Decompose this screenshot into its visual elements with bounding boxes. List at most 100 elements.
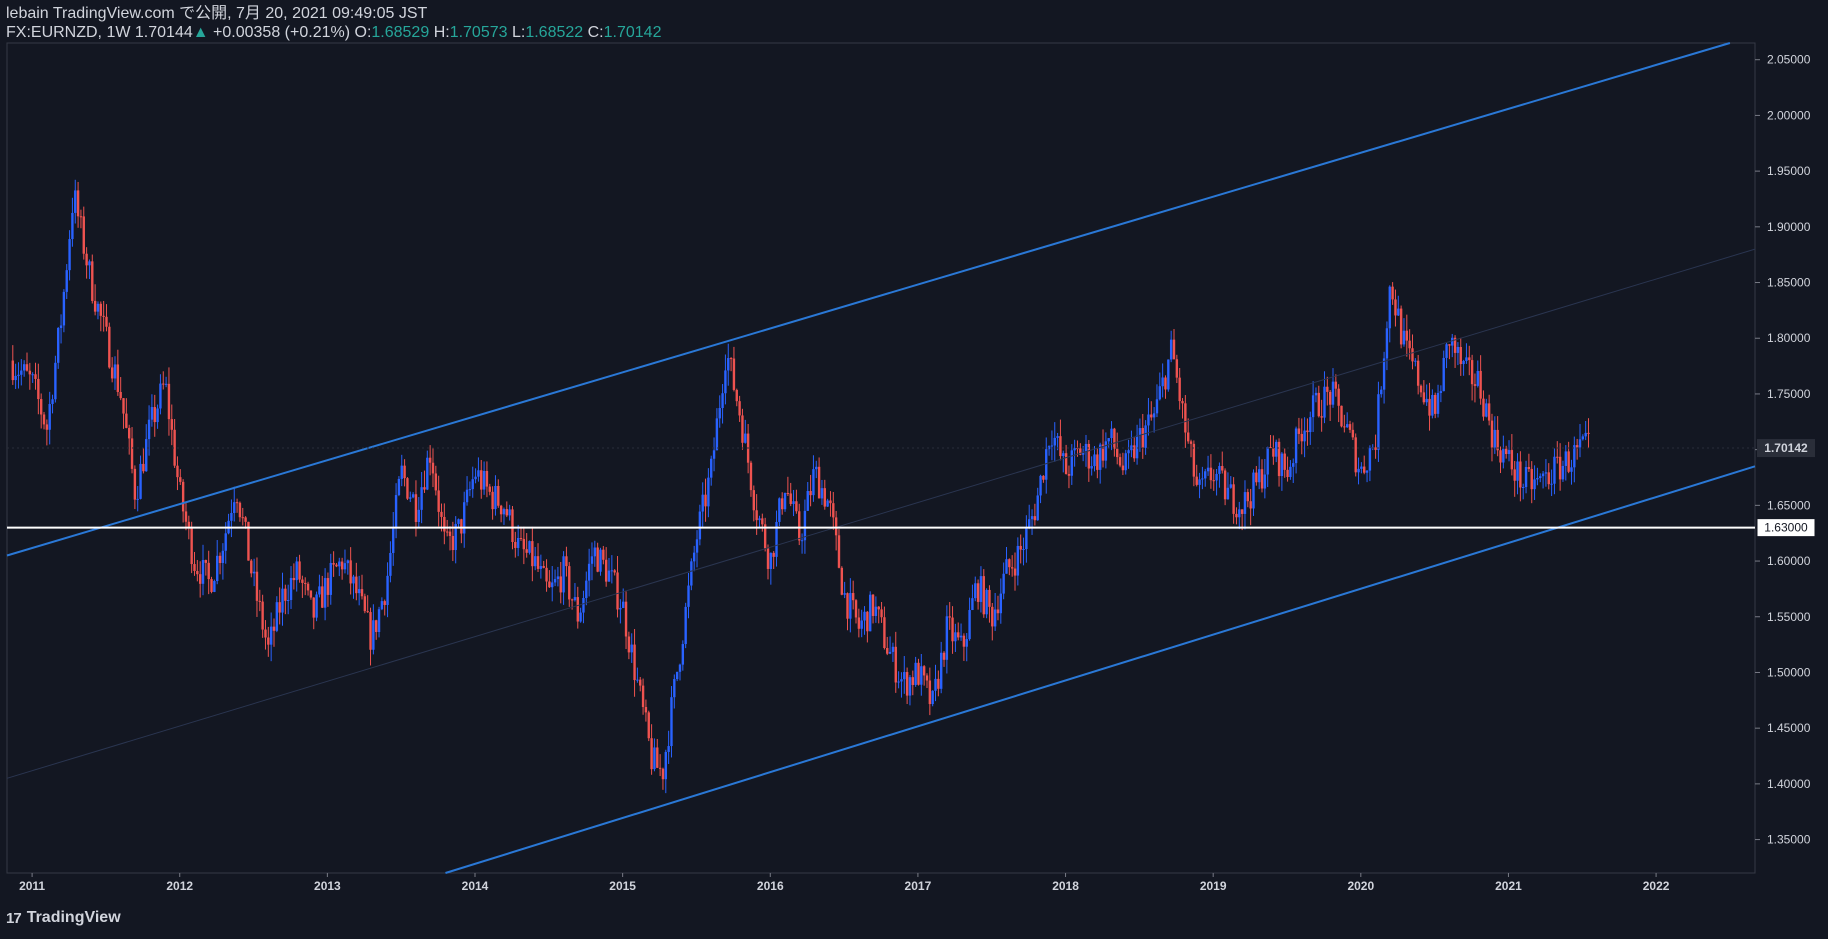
candle-body (1553, 456, 1556, 484)
candle-body (1147, 414, 1150, 426)
candle-body (826, 500, 829, 507)
candle-body (499, 505, 503, 515)
candle-body (965, 639, 968, 647)
candle-body (639, 679, 642, 686)
candle-body (1439, 391, 1443, 393)
candle-body (389, 552, 392, 576)
candle-body (497, 485, 500, 506)
candle-body (1365, 470, 1369, 473)
candle-body (51, 399, 54, 405)
candle-body (1510, 450, 1514, 470)
candle-body (340, 561, 344, 570)
candle-body (715, 418, 719, 451)
candle-body (1161, 377, 1164, 387)
candle-body (11, 360, 14, 381)
candle-body (1311, 395, 1315, 418)
candle-body (196, 570, 199, 575)
candle-body (258, 600, 261, 602)
candle-body (113, 364, 117, 379)
candle-body (403, 465, 406, 479)
candle-body (28, 370, 32, 375)
candle-body (602, 549, 605, 560)
candle-body (690, 561, 693, 586)
candle-body (1084, 443, 1088, 452)
candle-body (213, 581, 216, 592)
candle-body (783, 493, 787, 510)
candle-body (54, 362, 57, 400)
price-tick-label: 1.85000 (1767, 276, 1811, 290)
candle-body (905, 672, 909, 696)
candle-body (894, 646, 897, 683)
candle-body (670, 697, 673, 747)
candle-body (1062, 453, 1065, 457)
price-chart[interactable]: 1.63000 2.05000 2.00000 1.95000 1.90000 1.85… (0, 0, 1828, 939)
candle-body (1527, 467, 1531, 469)
candle-body (428, 457, 432, 463)
candle-body (834, 517, 838, 536)
candle-body (434, 473, 438, 491)
candle-body (633, 644, 636, 681)
candle-body (576, 597, 579, 622)
candle-body (269, 626, 273, 645)
candle-body (1022, 549, 1025, 551)
candle-body (525, 549, 528, 553)
candle-body (272, 626, 276, 631)
candle-body (386, 575, 389, 605)
candle-body (1269, 447, 1272, 449)
candle-body (34, 374, 37, 379)
candle-body (942, 652, 946, 660)
candle-body (687, 585, 690, 607)
candle-body (1221, 466, 1224, 471)
candle-body (14, 375, 17, 381)
candle-body (25, 364, 29, 371)
candle-body (934, 678, 937, 691)
time-axis[interactable]: 2011 2012 2013 2014 2015 2016 2017 2018 2019 2020… (19, 873, 1670, 893)
tradingview-logo[interactable]: 17 TradingView (6, 909, 121, 927)
candle-body (939, 652, 943, 689)
candle-body (1394, 299, 1397, 316)
candle-body (658, 767, 662, 769)
candle-body (289, 577, 293, 600)
candle-body (198, 574, 202, 584)
candle-body (789, 493, 792, 504)
candle-body (1382, 358, 1386, 390)
candle-body (369, 612, 372, 650)
candle-body (641, 685, 645, 708)
candle-body (420, 487, 423, 510)
candle-body (357, 589, 361, 594)
candle-body (1485, 403, 1488, 417)
horizontal-line-label: 1.63000 (1764, 521, 1808, 535)
candle-body (1397, 308, 1400, 316)
candle-body (837, 535, 841, 568)
candle-body (945, 616, 949, 660)
candle-body (681, 644, 685, 665)
candle-body (1385, 328, 1389, 359)
candle-body (502, 509, 506, 515)
candle-body (352, 576, 355, 584)
candle-body (485, 470, 489, 487)
candle-body (920, 666, 923, 685)
candle-body (1544, 472, 1548, 474)
candle-body (1127, 450, 1130, 454)
candle-body (48, 404, 51, 430)
candle-body (1561, 465, 1565, 480)
plot-area[interactable] (6, 42, 1756, 874)
price-tick-label: 1.90000 (1767, 220, 1811, 234)
candle-body (110, 367, 114, 379)
candle-body (570, 599, 574, 601)
candle-body (1368, 448, 1372, 471)
candle-body (1522, 486, 1525, 488)
price-tick-label: 1.40000 (1767, 777, 1811, 791)
candle-body (701, 494, 704, 512)
price-tick-label: 1.75000 (1767, 387, 1811, 401)
candle-body (1098, 444, 1102, 470)
candle-body (1030, 516, 1034, 520)
candle-body (780, 498, 784, 510)
candle-body (843, 593, 846, 595)
candle-body (409, 497, 412, 499)
candle-body (278, 602, 281, 613)
candle-body (366, 611, 369, 613)
candle-body (1263, 474, 1267, 489)
candle-body (224, 533, 227, 551)
candle-body (710, 458, 713, 478)
